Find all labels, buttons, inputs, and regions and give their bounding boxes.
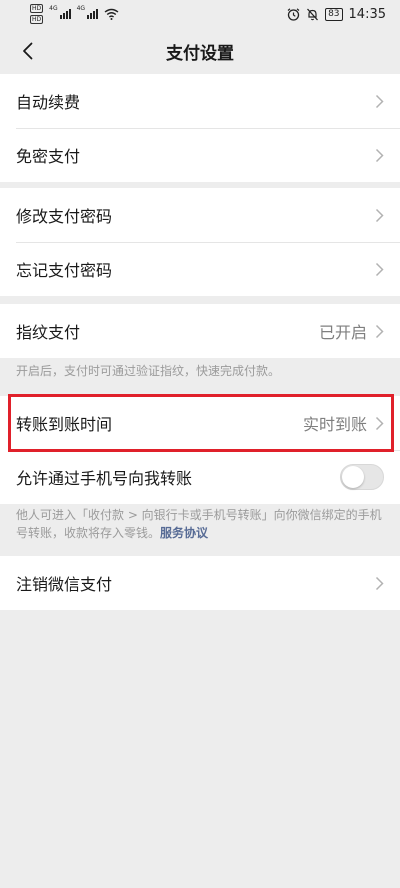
forgot-payment-password-row[interactable]: 忘记支付密码 xyxy=(0,242,400,296)
settings-group-fingerprint: 指纹支付 已开启 xyxy=(0,304,400,358)
fingerprint-payment-label: 指纹支付 xyxy=(16,323,81,342)
status-time: 14:35 xyxy=(348,6,386,22)
chevron-right-icon xyxy=(375,208,384,222)
signal-icon-2 xyxy=(87,9,99,19)
page-title: 支付设置 xyxy=(166,43,234,64)
phone-transfer-label: 允许通过手机号向我转账 xyxy=(16,469,193,488)
deregister-wechat-pay-row[interactable]: 注销微信支付 xyxy=(0,556,400,610)
back-button[interactable] xyxy=(8,32,46,70)
sim-badges: HD HD xyxy=(30,4,44,24)
transfer-arrival-time-right: 实时到账 xyxy=(303,411,384,435)
chevron-right-icon xyxy=(375,94,384,108)
phone-transfer-toggle[interactable] xyxy=(340,464,384,490)
fingerprint-payment-right: 已开启 xyxy=(319,319,384,343)
chevron-right-icon xyxy=(375,262,384,276)
password-free-payment-row[interactable]: 免密支付 xyxy=(0,128,400,182)
wifi-icon xyxy=(104,8,119,20)
mute-bell-icon xyxy=(307,8,319,20)
transfer-arrival-time-row[interactable]: 转账到账时间 实时到账 xyxy=(0,396,400,450)
toggle-knob xyxy=(342,466,364,488)
chevron-left-icon xyxy=(22,42,32,60)
network-type-2: 4G xyxy=(76,5,86,12)
sim1-hd-badge: HD xyxy=(30,4,44,13)
service-agreement-link[interactable]: 服务协议 xyxy=(160,526,208,540)
transfer-arrival-time-label: 转账到账时间 xyxy=(16,415,113,434)
network-type-1: 4G xyxy=(49,5,58,12)
fingerprint-hint: 开启后，支付时可通过验证指纹，快速完成付款。 xyxy=(16,364,281,378)
change-payment-password-label: 修改支付密码 xyxy=(16,207,113,226)
settings-group-password: 修改支付密码 忘记支付密码 xyxy=(0,188,400,296)
sim2-hd-badge: HD xyxy=(30,15,44,24)
auto-renewal-row[interactable]: 自动续费 xyxy=(0,74,400,128)
phone-transfer-row: 允许通过手机号向我转账 xyxy=(0,450,400,504)
signal-icon xyxy=(59,9,71,19)
status-bar: HD HD 4G 4G 83 14:35 xyxy=(0,0,400,28)
password-free-payment-label: 免密支付 xyxy=(16,147,81,166)
fingerprint-payment-row[interactable]: 指纹支付 已开启 xyxy=(0,304,400,358)
chevron-right-icon xyxy=(375,576,384,590)
chevron-right-icon xyxy=(375,148,384,162)
settings-group-deregister: 注销微信支付 xyxy=(0,556,400,610)
settings-group-transfer: 转账到账时间 实时到账 允许通过手机号向我转账 xyxy=(0,396,400,504)
transfer-arrival-time-value: 实时到账 xyxy=(302,415,367,434)
status-right: 83 14:35 xyxy=(287,7,386,22)
navigation-bar: 支付设置 xyxy=(0,28,400,74)
battery-icon: 83 xyxy=(325,7,343,21)
chevron-right-icon xyxy=(375,324,384,338)
change-payment-password-row[interactable]: 修改支付密码 xyxy=(0,188,400,242)
status-left: HD HD 4G 4G xyxy=(30,4,119,24)
fingerprint-status-value: 已开启 xyxy=(318,323,367,342)
chevron-right-icon xyxy=(375,416,384,430)
settings-group-renewal: 自动续费 免密支付 xyxy=(0,74,400,182)
phone-transfer-hint: 他人可进入「收付款 > 向银行卡或手机号转账」向你微信绑定的手机号转账，收款将存… xyxy=(0,506,400,542)
forgot-payment-password-label: 忘记支付密码 xyxy=(16,261,113,280)
deregister-wechat-pay-label: 注销微信支付 xyxy=(16,575,113,594)
alarm-icon xyxy=(287,7,300,21)
auto-renewal-label: 自动续费 xyxy=(16,93,81,112)
